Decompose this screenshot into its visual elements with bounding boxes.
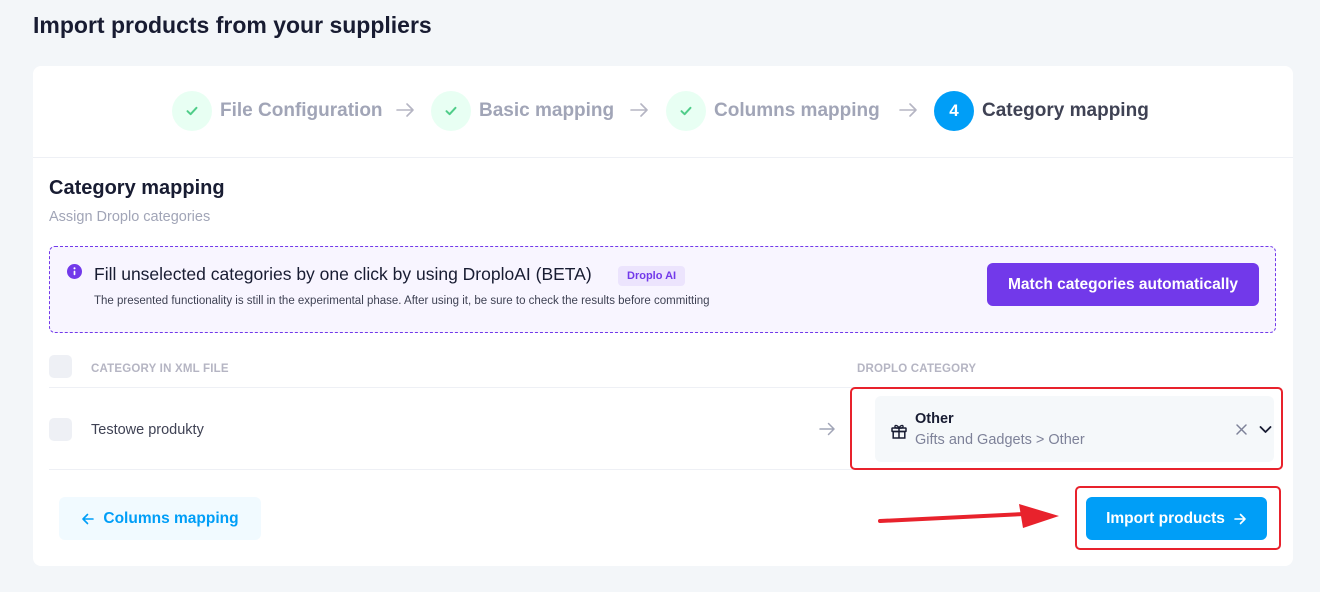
step-label: Columns mapping: [714, 100, 880, 121]
table-header: CATEGORY IN XML FILE DROPLO CATEGORY: [49, 354, 1276, 388]
step-category-mapping[interactable]: 4 Category mapping: [934, 91, 1149, 131]
step-basic-mapping[interactable]: Basic mapping: [431, 91, 614, 131]
stepper: File Configuration Basic mapping Columns…: [33, 66, 1293, 158]
section-subtitle: Assign Droplo categories: [49, 209, 211, 225]
select-all-checkbox[interactable]: [49, 355, 72, 378]
step-label: Category mapping: [982, 100, 1149, 121]
highlight-box-import-button: [1075, 486, 1281, 550]
check-icon: [431, 91, 471, 131]
arrow-right-icon: [630, 103, 648, 117]
step-label: Basic mapping: [479, 100, 615, 121]
droplo-ai-badge: Droplo AI: [618, 266, 686, 286]
arrow-right-icon: [899, 103, 917, 117]
back-to-columns-mapping-button[interactable]: Columns mapping: [59, 497, 261, 540]
column-header-droplo-category: DROPLO CATEGORY: [857, 363, 977, 375]
check-icon: [172, 91, 212, 131]
red-annotation-arrow: [878, 504, 1059, 528]
arrow-right-icon: [819, 422, 835, 436]
step-columns-mapping[interactable]: Columns mapping: [666, 91, 880, 131]
banner-title: Fill unselected categories by one click …: [94, 264, 592, 284]
arrow-right-icon: [396, 103, 414, 117]
step-number-badge: 4: [934, 91, 974, 131]
step-label: File Configuration: [220, 100, 383, 121]
highlight-box-category-select: [850, 387, 1283, 470]
xml-category-name: Testowe produkty: [91, 422, 204, 438]
droploai-banner: Fill unselected categories by one click …: [49, 246, 1276, 333]
page-title: Import products from your suppliers: [33, 12, 432, 38]
section-title: Category mapping: [49, 177, 225, 199]
back-button-label: Columns mapping: [103, 509, 239, 527]
check-icon: [666, 91, 706, 131]
info-icon: [67, 264, 82, 279]
row-checkbox[interactable]: [49, 418, 72, 441]
match-categories-button[interactable]: Match categories automatically: [987, 263, 1259, 306]
banner-description: The presented functionality is still in …: [94, 295, 710, 307]
arrow-left-icon: [82, 513, 95, 524]
column-header-xml-category: CATEGORY IN XML FILE: [91, 363, 229, 375]
step-file-configuration[interactable]: File Configuration: [172, 91, 383, 131]
